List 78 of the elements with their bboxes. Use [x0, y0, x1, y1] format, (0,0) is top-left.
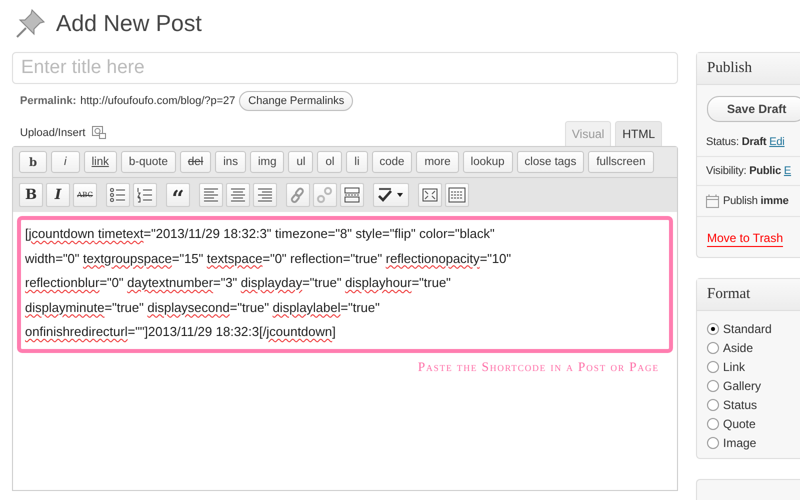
radio-button[interactable] [707, 436, 719, 448]
bullets-button[interactable] [106, 183, 130, 207]
change-permalinks-button[interactable]: Change Permalinks [239, 91, 354, 111]
format-option[interactable]: Status [723, 398, 758, 412]
quicktag-button[interactable]: close tags [516, 151, 584, 173]
bullet-list-icon[interactable] [109, 187, 127, 203]
editor-tab[interactable]: HTML [615, 121, 662, 146]
align-left-button[interactable] [199, 183, 223, 207]
italic-button[interactable]: I [46, 183, 70, 207]
more-button[interactable] [340, 183, 364, 207]
link-icon[interactable] [289, 187, 307, 203]
align-right-icon[interactable] [256, 187, 274, 203]
pushpin-icon [14, 6, 48, 40]
align-right-button[interactable] [253, 183, 277, 207]
title-field[interactable]: Enter title here [12, 52, 678, 84]
permalink-url: http://ufoufoufo.com/blog/?p=27 [80, 95, 236, 107]
shortcode-line: width="0" textgroupspace="15" textspace="0" reflection="true" reflectionopacity="10" [25, 250, 512, 268]
format-option[interactable]: Gallery [723, 378, 762, 392]
quicktag-button[interactable]: del [180, 151, 212, 173]
visibility-line: Visibility: Public E [697, 156, 800, 185]
upload-insert-label[interactable]: Upload/Insert [20, 126, 86, 138]
fullscreen-icon[interactable] [421, 187, 439, 203]
align-center-icon[interactable] [229, 187, 247, 203]
radio-button[interactable] [707, 418, 719, 430]
shortcode-line: onfinishredirecturl=""]2013/11/29 18:32:3[/jcountdown] [25, 323, 337, 341]
format-option[interactable]: Link [723, 360, 746, 374]
calendar-icon [706, 194, 719, 208]
shortcode-line: reflectionblur="0" daytextnumber="3" displayday="true" displayhour="true" [25, 274, 452, 292]
align-left-icon[interactable] [202, 187, 220, 203]
box-header: Format [697, 279, 800, 311]
format-option[interactable]: Quote [723, 416, 756, 430]
page-title: Add New Post [56, 10, 202, 36]
align-center-button[interactable] [226, 183, 250, 207]
quicktag-button[interactable]: more [416, 151, 459, 173]
radio-button[interactable] [707, 322, 719, 334]
format-option[interactable]: Aside [723, 340, 754, 354]
shortcode-box[interactable] [17, 216, 673, 352]
move-to-trash-link[interactable]: Move to Trash [707, 231, 784, 247]
quicktag-button[interactable]: ol [317, 151, 342, 173]
shortcode-line: displayminute="true" displaysecond="true" displaylabel="true" [25, 298, 381, 317]
format-option[interactable]: Standard [723, 322, 772, 336]
edit-link[interactable]: Edi [769, 136, 785, 148]
permalink-label: Permalink: [20, 95, 76, 107]
edit-link[interactable]: E [784, 165, 792, 177]
box-header: Publish [697, 53, 800, 85]
radio-button[interactable] [707, 398, 719, 410]
format-option[interactable]: Image [723, 436, 756, 450]
page-break-icon[interactable] [343, 187, 361, 203]
radio-button[interactable] [707, 342, 719, 354]
blockquote-button[interactable]: “ [166, 183, 190, 207]
link-button[interactable] [286, 183, 310, 207]
quicktag-button[interactable]: i [51, 151, 80, 173]
shortcode-line: [jcountdown timetext="2013/11/29 18:32:3" timezone="8" style="flip" color="black" [25, 225, 496, 243]
quicktag-button[interactable]: fullscreen [588, 151, 654, 173]
publish-schedule-line: Publish imme [723, 195, 788, 207]
media-icon[interactable] [91, 125, 108, 140]
toolbar-toggle-icon[interactable] [448, 187, 466, 203]
spellcheck-icon[interactable] [376, 187, 406, 203]
save-draft-button[interactable]: Save Draft [707, 96, 800, 122]
quicktag-button[interactable]: b-quote [120, 151, 176, 173]
kitchen-button[interactable] [445, 183, 469, 207]
status-line: Status: Draft Edi [705, 135, 786, 150]
quicktag-button[interactable]: b [19, 151, 48, 173]
quicktag-button[interactable]: code [372, 151, 412, 173]
quicktag-button[interactable]: link [84, 151, 117, 173]
quicktag-button[interactable]: li [346, 151, 368, 173]
spellcheck-button[interactable] [373, 183, 409, 207]
quicktag-button[interactable]: ul [288, 151, 314, 173]
numbered-list-icon[interactable] [136, 187, 154, 203]
quicktag-button[interactable]: img [250, 151, 284, 173]
bold-button[interactable]: B [19, 183, 43, 207]
numbers-button[interactable] [133, 183, 157, 207]
quicktag-button[interactable]: ins [215, 151, 246, 173]
radio-button[interactable] [707, 360, 719, 372]
caption: Paste the Shortcode in a Post or Page [418, 358, 659, 374]
fullscreen-button[interactable] [418, 183, 442, 207]
quicktag-button[interactable]: lookup [462, 151, 513, 173]
radio-button[interactable] [707, 380, 719, 392]
